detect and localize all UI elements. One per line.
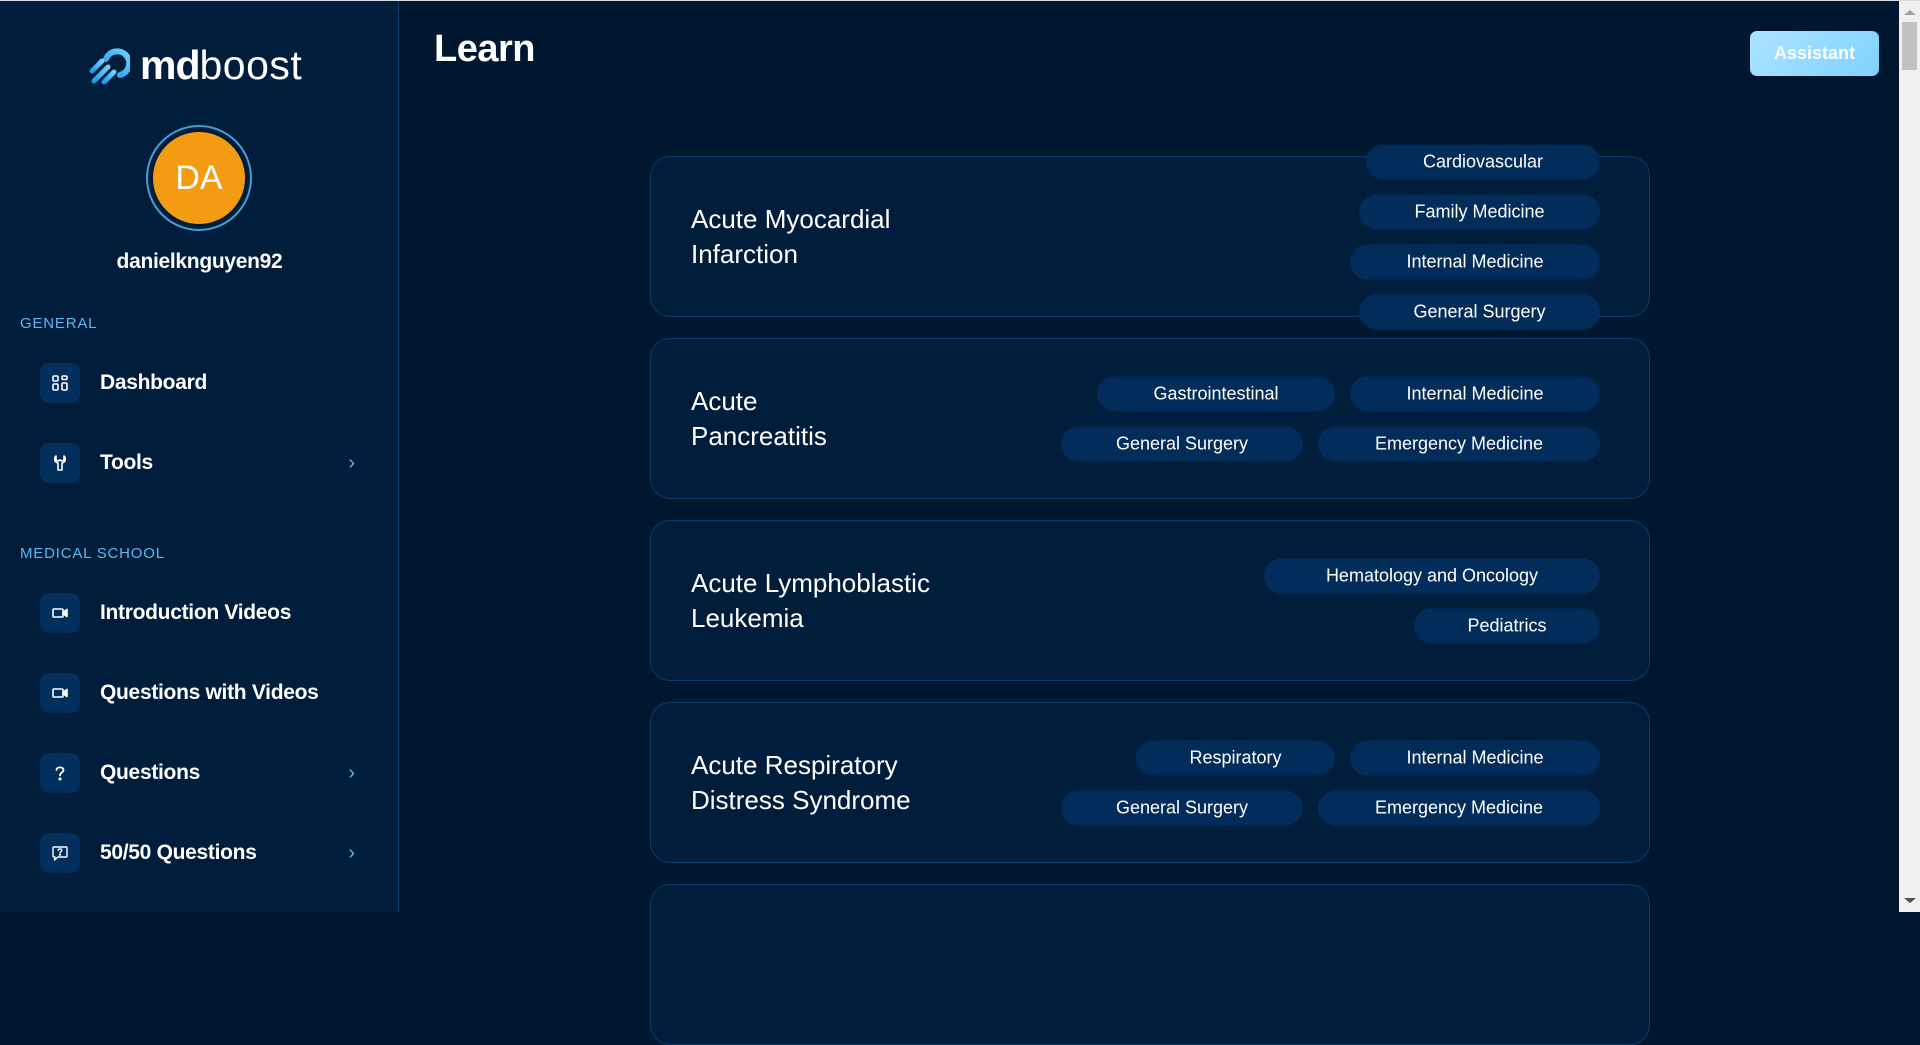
topic-tag[interactable]: Emergency Medicine — [1318, 790, 1600, 825]
video-camera-icon — [40, 673, 80, 713]
sidebar-item-introduction-videos[interactable]: Introduction Videos — [40, 593, 360, 633]
sidebar-item-50-50-questions[interactable]: 50/50 Questions › — [40, 833, 360, 873]
sidebar-item-label: 50/50 Questions — [100, 841, 257, 864]
sidebar-item-tools[interactable]: Tools › — [40, 443, 360, 483]
topic-tags: Respiratory Internal Medicine General Su… — [1060, 740, 1600, 825]
avatar-initials: DA — [153, 132, 245, 224]
topic-card[interactable]: Acute Myocardial Infarction Cardiovascul… — [650, 144, 1650, 329]
sidebar-item-questions-with-videos[interactable]: Questions with Videos — [40, 673, 360, 713]
topic-tag[interactable]: Internal Medicine — [1350, 244, 1600, 279]
scrollbar-thumb[interactable] — [1902, 22, 1917, 70]
chevron-right-icon: › — [348, 761, 355, 784]
logo-text-boost: boost — [199, 41, 303, 88]
username: danielknguyen92 — [116, 250, 283, 273]
page-scrollbar[interactable] — [1899, 1, 1920, 912]
sidebar-item-dashboard[interactable]: Dashboard — [40, 363, 360, 403]
topic-card[interactable]: Acute Lymphoblastic Leukemia Hematology … — [650, 520, 1650, 681]
topic-tag[interactable]: General Surgery — [1359, 294, 1600, 329]
question-chat-icon — [40, 833, 80, 873]
topic-card[interactable] — [650, 884, 1650, 1045]
scroll-down-arrow-icon[interactable] — [1904, 898, 1916, 903]
topic-tag[interactable]: Cardiovascular — [1366, 144, 1600, 179]
topic-tag[interactable]: Internal Medicine — [1350, 740, 1600, 775]
topic-tag[interactable]: Pediatrics — [1414, 608, 1600, 643]
topic-tags: Cardiovascular Family Medicine Internal … — [1160, 144, 1600, 329]
topic-card[interactable]: Acute Pancreatitis Gastrointestinal Inte… — [650, 338, 1650, 499]
topic-tag[interactable]: Hematology and Oncology — [1264, 558, 1600, 593]
topic-tag[interactable]: General Surgery — [1061, 426, 1303, 461]
question-mark-icon — [40, 753, 80, 793]
section-label-general: GENERAL — [20, 315, 98, 332]
assistant-button[interactable]: Assistant — [1750, 31, 1879, 76]
sidebar: md boost DA danielknguyen92 GENERAL Dashb… — [0, 0, 399, 912]
window-top-border — [0, 0, 1920, 1]
chevron-right-icon: › — [348, 451, 355, 474]
topic-tags: Gastrointestinal Internal Medicine Gener… — [1060, 376, 1600, 461]
topic-title: Acute Respiratory Distress Syndrome — [691, 749, 911, 815]
mdboost-logo[interactable]: md boost — [88, 42, 302, 88]
page-title: Learn — [434, 28, 535, 70]
section-label-medical-school: MEDICAL SCHOOL — [20, 545, 165, 562]
wrench-icon — [40, 443, 80, 483]
sidebar-item-label: Introduction Videos — [100, 601, 292, 624]
sidebar-item-questions[interactable]: Questions › — [40, 753, 360, 793]
topic-tags: Hematology and Oncology Pediatrics — [1260, 558, 1600, 643]
topic-tag[interactable]: Emergency Medicine — [1318, 426, 1600, 461]
topic-tag[interactable]: Family Medicine — [1359, 194, 1600, 229]
mdboost-logo-icon — [89, 48, 130, 85]
sidebar-item-label: Dashboard — [100, 371, 207, 394]
topic-title: Acute Pancreatitis — [691, 385, 827, 451]
video-camera-icon — [40, 593, 80, 633]
topic-title: Acute Myocardial Infarction — [691, 203, 891, 269]
topic-tag[interactable]: Respiratory — [1136, 740, 1335, 775]
topic-card[interactable]: Acute Respiratory Distress Syndrome Resp… — [650, 702, 1650, 863]
topic-tag[interactable]: Gastrointestinal — [1097, 376, 1335, 411]
topic-tag[interactable]: Internal Medicine — [1350, 376, 1600, 411]
chevron-right-icon: › — [348, 841, 355, 864]
sidebar-item-label: Tools — [100, 451, 153, 474]
avatar[interactable]: DA — [146, 125, 252, 231]
dashboard-grid-icon — [40, 363, 80, 403]
topic-title: Acute Lymphoblastic Leukemia — [691, 567, 930, 633]
sidebar-item-label: Questions with Videos — [100, 681, 319, 704]
scroll-up-arrow-icon[interactable] — [1904, 10, 1916, 15]
topic-tag[interactable]: General Surgery — [1061, 790, 1303, 825]
logo-text-md: md — [140, 41, 200, 88]
sidebar-item-label: Questions — [100, 761, 200, 784]
